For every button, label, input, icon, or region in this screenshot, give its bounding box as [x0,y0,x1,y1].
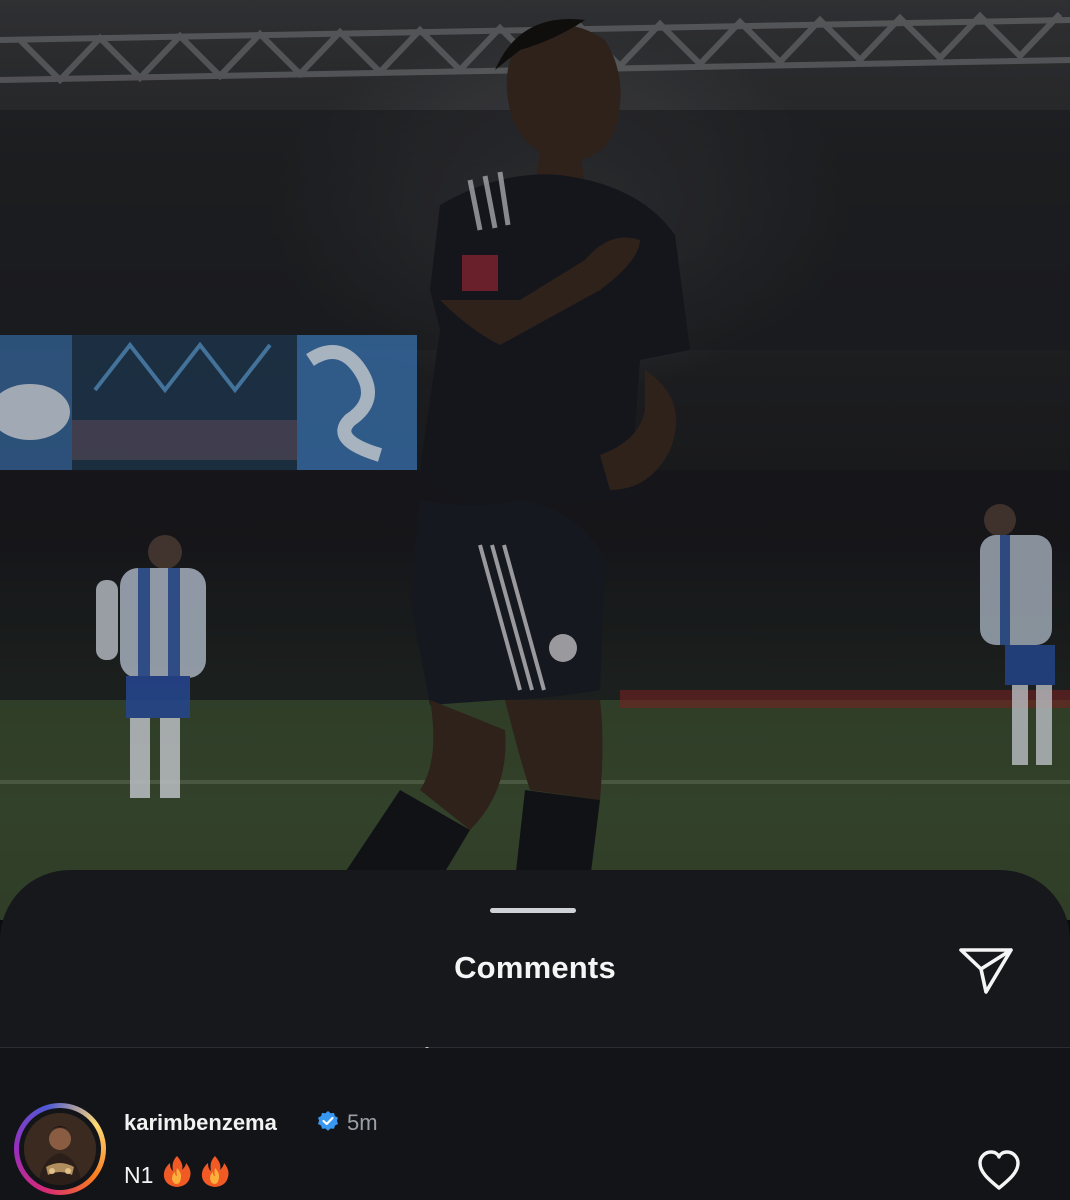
avatar [24,1113,96,1185]
fire-icon [202,1156,229,1187]
send-icon [959,948,1013,994]
comment-body: N1 [124,1154,230,1189]
comment-list: karimbenzema 5m N1 [0,1048,1070,1200]
like-comment-button[interactable] [976,1148,1022,1192]
avatar-image [24,1113,96,1185]
comment-text: N1 [124,1162,154,1188]
avatar-ring-gap [19,1108,101,1190]
fire-icon [163,1156,191,1187]
sheet-title: Comments [454,950,616,985]
photo-dim-overlay [0,0,1070,920]
post-photo [0,0,1070,920]
comment-username[interactable]: karimbenzema [124,1110,277,1136]
comments-sheet: Comments karimbenzema 5m N1 [0,870,1070,1200]
instagram-comments-screen: Comments karimbenzema 5m N1 [0,0,1070,1200]
heart-icon [978,1150,1020,1190]
avatar-story-ring[interactable] [14,1103,106,1195]
share-button[interactable] [957,940,1017,1000]
sheet-drag-handle[interactable] [490,908,576,913]
comment-timestamp: 5m [347,1110,378,1135]
verified-badge-icon [318,1111,338,1131]
